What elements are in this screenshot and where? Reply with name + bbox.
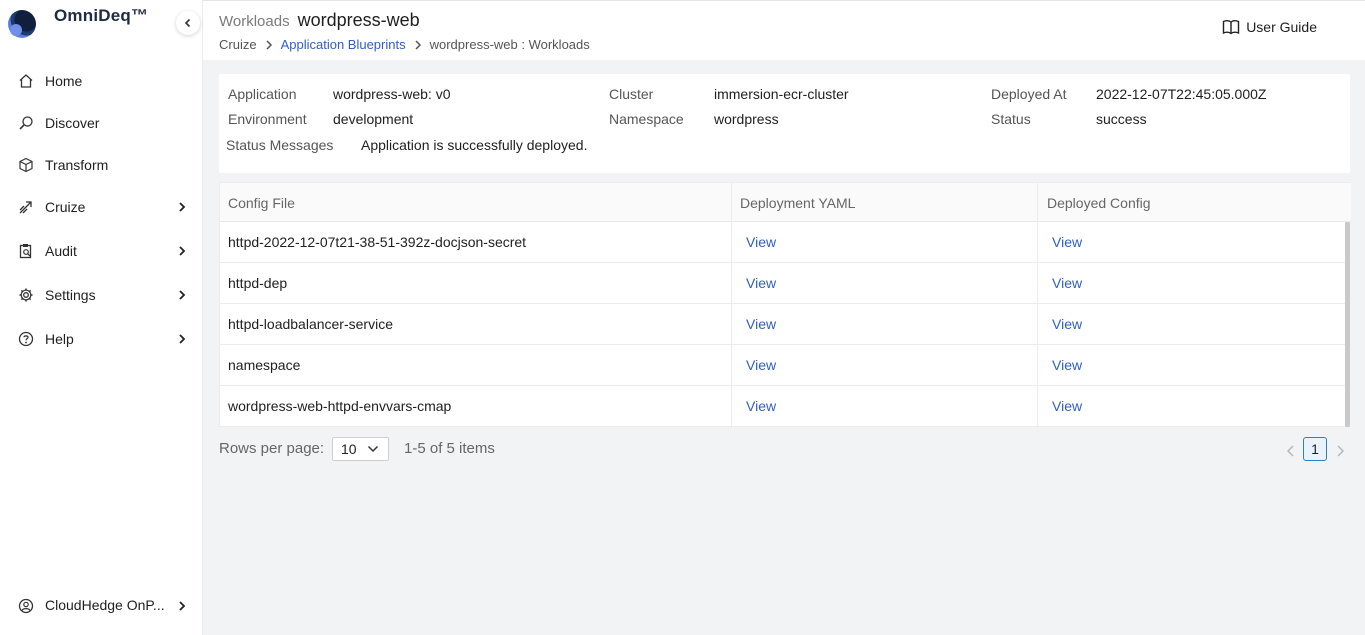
deployed-at-value: 2022-12-07T22:45:05.000Z [1096, 86, 1267, 102]
sidebar-item-cruize[interactable]: Cruize [0, 190, 203, 224]
sidebar-item-label: Audit [45, 243, 77, 259]
view-deployment-yaml-link[interactable]: View [746, 316, 776, 332]
table-row: httpd-loadbalancer-service View View [220, 304, 1345, 345]
status-value: success [1096, 111, 1147, 127]
chevron-right-icon [179, 290, 186, 300]
sidebar-item-label: Home [45, 73, 83, 89]
table-row: httpd-dep View View [220, 263, 1345, 304]
rows-per-page-value: 10 [341, 441, 357, 457]
config-file-cell: httpd-2022-12-07t21-38-51-392z-docjson-s… [228, 234, 527, 250]
application-label: Application [228, 86, 297, 102]
account-label: CloudHedge OnP... [45, 597, 165, 613]
chevron-right-icon [179, 246, 186, 256]
brand-name: OmniDeq™ [54, 6, 149, 25]
deployed-at-label: Deployed At [991, 86, 1067, 102]
page-header: Workloads wordpress-web Cruize Applicati… [203, 0, 1365, 60]
view-deployment-yaml-link[interactable]: View [746, 275, 776, 291]
view-deployed-config-link[interactable]: View [1052, 357, 1082, 373]
discover-icon [19, 116, 33, 130]
status-messages-value: Application is successfully deployed. [361, 137, 588, 153]
home-icon [19, 74, 33, 88]
sidebar-item-audit[interactable]: Audit [0, 234, 203, 268]
sidebar-item-settings[interactable]: Settings [0, 278, 203, 312]
status-messages-label: Status Messages [226, 137, 334, 153]
sidebar: OmniDeq™ Home Discover Transform Cruize … [0, 0, 203, 635]
table-scrollbar-thumb[interactable] [1345, 222, 1350, 427]
page-number-button[interactable]: 1 [1303, 437, 1327, 461]
workloads-table: Config File Deployment YAML Deployed Con… [219, 182, 1351, 428]
chevron-down-icon [367, 445, 379, 453]
table-header: Config File Deployment YAML Deployed Con… [220, 183, 1351, 222]
column-header-deployment-yaml: Deployment YAML [740, 195, 856, 211]
config-file-cell: wordpress-web-httpd-envvars-cmap [228, 398, 452, 414]
account-menu[interactable]: CloudHedge OnP... [0, 590, 203, 622]
previous-page-button[interactable] [1284, 443, 1298, 459]
chevron-right-icon [179, 601, 186, 611]
sidebar-item-label: Discover [45, 115, 100, 131]
cube-icon [19, 157, 33, 173]
view-deployed-config-link[interactable]: View [1052, 316, 1082, 332]
sidebar-item-help[interactable]: Help [0, 322, 203, 356]
table-row: wordpress-web-httpd-envvars-cmap View Vi… [220, 386, 1345, 427]
items-count: 1-5 of 5 items [404, 440, 495, 457]
column-header-config-file: Config File [228, 195, 295, 211]
sidebar-item-home[interactable]: Home [0, 64, 203, 98]
environment-value: development [333, 111, 414, 127]
application-value: wordpress-web: v0 [333, 86, 451, 102]
cruize-icon [19, 201, 32, 214]
config-file-cell: httpd-loadbalancer-service [228, 316, 393, 332]
chevron-right-icon [179, 202, 186, 212]
book-icon [1222, 20, 1240, 35]
table-row: namespace View View [220, 345, 1345, 386]
view-deployed-config-link[interactable]: View [1052, 275, 1082, 291]
cluster-label: Cluster [609, 86, 654, 102]
status-label: Status [991, 111, 1031, 127]
rows-per-page-select[interactable]: 10 [332, 437, 389, 461]
environment-label: Environment [228, 111, 307, 127]
help-icon [18, 331, 34, 347]
page-title-main: wordpress-web [297, 10, 420, 30]
brand-logo-icon [8, 10, 36, 38]
chevron-left-icon [184, 18, 191, 28]
brand [8, 10, 36, 38]
application-info-panel: Application wordpress-web: v0 Environmen… [219, 74, 1350, 173]
table-row: httpd-2022-12-07t21-38-51-392z-docjson-s… [220, 222, 1345, 263]
breadcrumb-item-current: wordpress-web : Workloads [429, 37, 590, 52]
breadcrumb-item-application-blueprints[interactable]: Application Blueprints [281, 37, 406, 52]
breadcrumb-item-cruize[interactable]: Cruize [219, 37, 257, 52]
page-title: Workloads wordpress-web [219, 10, 420, 31]
audit-icon [19, 244, 32, 259]
sidebar-item-label: Transform [45, 157, 109, 173]
table-scrollbar[interactable] [1345, 222, 1350, 427]
user-guide-link[interactable]: User Guide [1222, 19, 1317, 35]
user-icon [18, 598, 34, 614]
chevron-right-icon [414, 39, 422, 50]
view-deployed-config-link[interactable]: View [1052, 398, 1082, 414]
view-deployment-yaml-link[interactable]: View [746, 357, 776, 373]
sidebar-item-label: Settings [45, 287, 96, 303]
gear-icon [19, 288, 33, 302]
collapse-sidebar-button[interactable] [176, 11, 200, 35]
sidebar-item-label: Help [45, 331, 74, 347]
config-file-cell: httpd-dep [228, 275, 288, 291]
chevron-right-icon [265, 39, 273, 50]
sidebar-item-label: Cruize [45, 199, 86, 215]
chevron-right-icon [179, 334, 186, 344]
config-file-cell: namespace [228, 357, 301, 373]
view-deployment-yaml-link[interactable]: View [746, 398, 776, 414]
view-deployment-yaml-link[interactable]: View [746, 234, 776, 250]
breadcrumb: Cruize Application Blueprints wordpress-… [219, 37, 590, 52]
sidebar-item-transform[interactable]: Transform [0, 148, 203, 182]
view-deployed-config-link[interactable]: View [1052, 234, 1082, 250]
page-title-prefix: Workloads [219, 13, 290, 30]
namespace-value: wordpress [714, 111, 779, 127]
sidebar-item-discover[interactable]: Discover [0, 106, 203, 140]
next-page-button[interactable] [1333, 443, 1347, 459]
user-guide-label: User Guide [1246, 19, 1317, 35]
column-header-deployed-config: Deployed Config [1047, 195, 1151, 211]
namespace-label: Namespace [609, 111, 684, 127]
rows-per-page-label: Rows per page: [219, 440, 325, 457]
cluster-value: immersion-ecr-cluster [714, 86, 849, 102]
